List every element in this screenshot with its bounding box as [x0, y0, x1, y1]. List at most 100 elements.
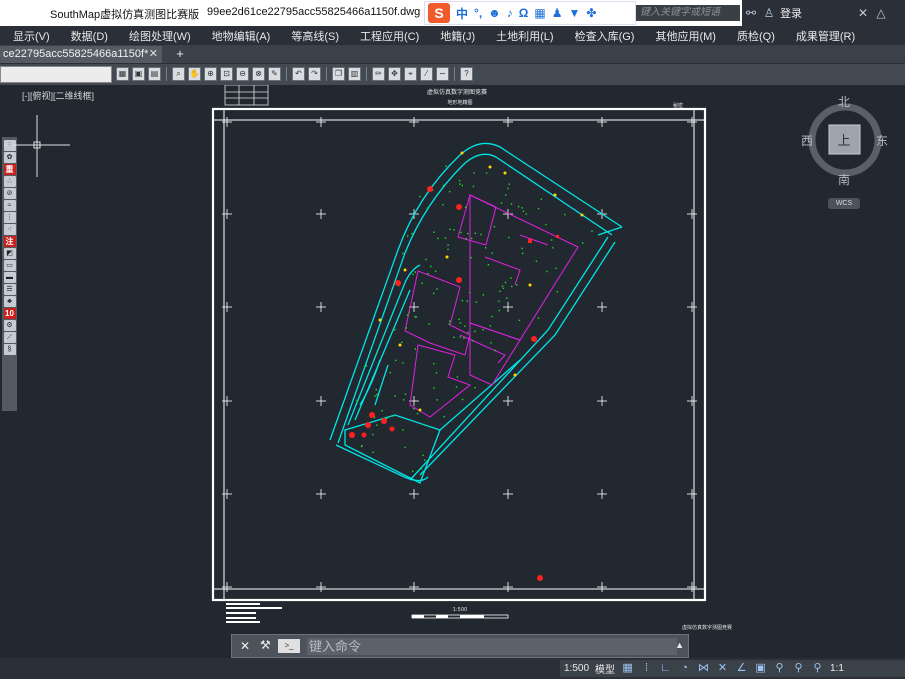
map-top-subtitle: 地形地籍图 [447, 99, 472, 106]
move-icon[interactable]: ✥ [388, 67, 401, 81]
annotation-icon[interactable]: ⚲ [811, 662, 824, 675]
copy-icon[interactable]: ❐ [332, 67, 345, 81]
drawing-canvas[interactable]: 虚拟仿真数字测图竞赛 地形地籍图 秘密 1:500 虚拟仿真数字测图竞赛 上 北… [0, 85, 905, 658]
wrench-icon[interactable]: ⚒ [260, 638, 271, 652]
grid-icon[interactable]: ▦ [116, 67, 129, 81]
menu-check-import[interactable]: 检查入库(G) [562, 28, 643, 44]
menu-cadastre[interactable]: 地籍(J) [427, 28, 483, 44]
ime-mode-toggle[interactable]: 中 [456, 5, 468, 22]
snap-icon[interactable]: ⌖ [404, 67, 417, 81]
auto-scale-icon[interactable]: ⚲ [792, 662, 805, 675]
keyboard-icon[interactable]: ▦ [534, 6, 545, 20]
curve-icon[interactable]: ∼ [436, 67, 449, 81]
menu-view[interactable]: 显示(V) [0, 28, 58, 44]
annotation-scale[interactable]: 1:1 [830, 663, 844, 674]
lineweight-icon[interactable]: ∠ [735, 662, 748, 675]
vegetation-dot [394, 329, 396, 331]
compass-west[interactable]: 西 [801, 134, 813, 148]
wcs-menu[interactable]: WCS [828, 198, 860, 209]
command-history-icon[interactable]: ▲ [675, 640, 684, 650]
print-icon[interactable]: ▤ [148, 67, 161, 81]
compass-east[interactable]: 东 [876, 134, 888, 148]
document-tab-label: ce22795acc55825466a1150f* [3, 48, 149, 60]
vegetation-dot [372, 451, 374, 454]
menu-results[interactable]: 成果管理(R) [783, 28, 863, 44]
ime-toolbar[interactable]: S 中 °, ☻ ♪ Ω ▦ ♟ ▼ ✤ [424, 1, 636, 25]
calculator-icon[interactable]: ▥ [348, 67, 361, 81]
emoji-icon[interactable]: ☻ [488, 6, 501, 20]
binoculars-icon[interactable]: ⚯ [744, 6, 758, 20]
save-icon[interactable]: ▣ [132, 67, 145, 81]
user-login-icon[interactable]: ♙ [762, 6, 776, 20]
close-command-icon[interactable]: ✕ [240, 639, 250, 653]
menu-land-use[interactable]: 土地利用(L) [483, 28, 561, 44]
vegetation-dot [408, 311, 410, 313]
menu-data[interactable]: 数据(D) [58, 28, 116, 44]
zoom-window-icon[interactable]: ⌕ [172, 67, 185, 81]
compass-north[interactable]: 北 [838, 95, 850, 109]
new-tab-button[interactable]: + [172, 47, 188, 61]
pencil-icon[interactable]: ✏ [372, 67, 385, 81]
vegetation-dot [552, 247, 554, 249]
zoom-previous-icon[interactable]: ⊖ [236, 67, 249, 81]
view-cube-compass[interactable]: 上 北 南 西 东 [801, 95, 888, 187]
user-icon[interactable]: ♟ [552, 6, 563, 20]
menu-engineering[interactable]: 工程应用(C) [347, 28, 427, 44]
vegetation-dot [381, 410, 383, 412]
punctuation-icon[interactable]: °, [474, 6, 482, 20]
vegetation-dot [510, 203, 513, 205]
feature-symbols [349, 186, 559, 581]
survey-points [378, 151, 584, 412]
vegetation-dot [421, 282, 423, 284]
properties-icon[interactable]: ✎ [268, 67, 281, 81]
map-bottom-label: 虚拟仿真数字测图竞赛 [682, 624, 732, 631]
annotation-visibility-icon[interactable]: ⚲ [773, 662, 786, 675]
menu-draw-process[interactable]: 绘图处理(W) [116, 28, 199, 44]
snap-mode-icon[interactable]: ⁞ [640, 662, 653, 675]
vegetation-dot [458, 318, 460, 321]
model-space-button[interactable]: 模型 [595, 661, 615, 676]
toolbox-icon[interactable]: ✤ [586, 6, 596, 20]
layer-dropdown[interactable] [0, 66, 112, 83]
sogou-logo-icon[interactable]: S [428, 3, 450, 23]
command-input[interactable]: 键入命令 [307, 638, 677, 655]
isometric-icon[interactable]: ⋈ [697, 662, 710, 675]
command-prompt-icon[interactable]: >_ [278, 639, 300, 653]
skin-icon[interactable]: ▼ [569, 6, 581, 20]
vegetation-dot [507, 187, 509, 190]
zoom-realtime-icon[interactable]: ⊕ [204, 67, 217, 81]
compass-south[interactable]: 南 [838, 172, 850, 187]
object-snap-icon[interactable]: ✕ [716, 662, 729, 675]
vegetation-dot [402, 399, 405, 401]
document-tab[interactable]: ce22795acc55825466a1150f* ✕ [0, 46, 162, 63]
pan-hand-icon[interactable]: ✋ [188, 67, 201, 81]
close-tab-icon[interactable]: ✕ [149, 46, 158, 62]
menu-contour[interactable]: 等高线(S) [278, 28, 347, 44]
grid-display-icon[interactable]: ▦ [621, 662, 634, 675]
menu-feature-edit[interactable]: 地物编辑(A) [199, 28, 279, 44]
zoom-scale-icon[interactable]: ⊗ [252, 67, 265, 81]
line-icon[interactable]: ⁄ [420, 67, 433, 81]
map-top-title: 虚拟仿真数字测图竞赛 [427, 88, 487, 96]
help-question-icon[interactable]: ? [460, 67, 473, 81]
login-button[interactable]: 登录 [780, 5, 802, 21]
search-input[interactable]: 键入关键字或短语 [636, 5, 740, 21]
menu-other-apps[interactable]: 其他应用(M) [642, 28, 724, 44]
exchange-icon[interactable]: ✕ [856, 6, 870, 20]
zoom-extents-icon[interactable]: ⊡ [220, 67, 233, 81]
redo-icon[interactable]: ↷ [308, 67, 321, 81]
road-lines [329, 142, 623, 484]
symbol-icon[interactable]: Ω [519, 6, 529, 20]
status-scale[interactable]: 1:500 [564, 663, 589, 674]
view-cube-face[interactable]: 上 [837, 134, 850, 149]
vegetation-dot [455, 386, 458, 388]
vegetation-dot [422, 454, 424, 456]
undo-icon[interactable]: ↶ [292, 67, 305, 81]
menu-quality-check[interactable]: 质检(Q) [724, 28, 783, 44]
help-icon[interactable]: △ [874, 6, 888, 20]
vegetation-dot [449, 228, 451, 231]
transparency-icon[interactable]: ▣ [754, 662, 767, 675]
microphone-icon[interactable]: ♪ [507, 6, 513, 20]
polar-tracking-icon[interactable]: ◔ [678, 662, 691, 675]
ortho-icon[interactable]: ∟ [659, 662, 672, 675]
